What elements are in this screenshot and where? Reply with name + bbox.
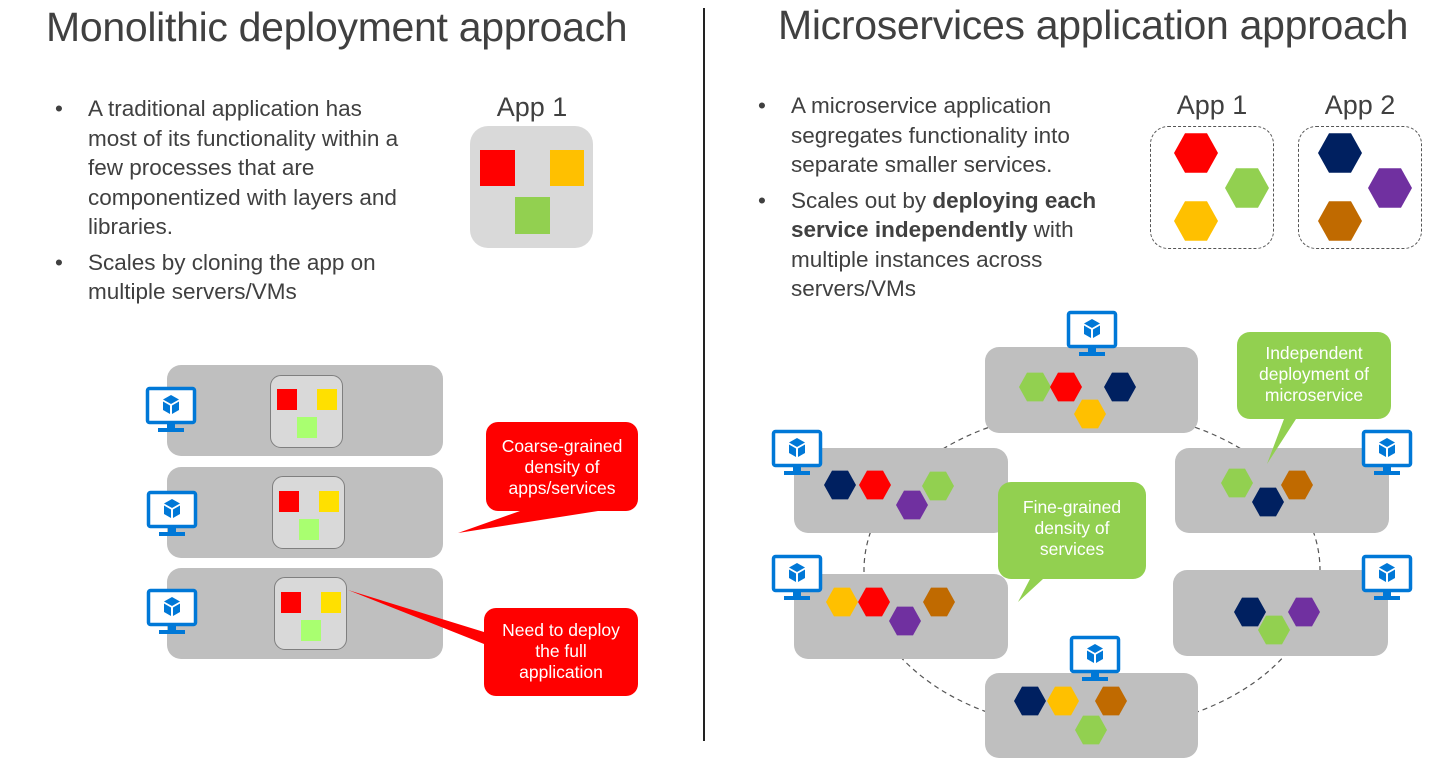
hexagon-service-icon <box>1368 168 1412 208</box>
hexagon-service-icon <box>1318 133 1362 173</box>
hexagon-service-icon <box>1074 399 1106 429</box>
hexagon-service-icon <box>858 587 890 617</box>
hexagon-service-icon <box>1104 372 1136 402</box>
hexagon-service-icon <box>1318 201 1362 241</box>
hexagon-service-icon <box>1258 615 1290 645</box>
hexagon-service-icon <box>1050 372 1082 402</box>
hexagon-service-icon <box>1288 597 1320 627</box>
hexagon-service-icon <box>1014 686 1046 716</box>
hexagon-service-icon <box>889 606 921 636</box>
hexagon-service-icon <box>1234 597 1266 627</box>
hexagon-service-icon <box>922 471 954 501</box>
hexagon-service-icon <box>1174 201 1218 241</box>
hexagon-service-icon <box>896 490 928 520</box>
hexagon-service-icon <box>1095 686 1127 716</box>
hexagon-service-icon <box>1174 133 1218 173</box>
hexagon-service-icon <box>1047 686 1079 716</box>
hexagon-service-icon <box>1019 372 1051 402</box>
hexagon-service-icon <box>1252 487 1284 517</box>
hexagon-service-icon <box>923 587 955 617</box>
hexagon-service-icon <box>1075 715 1107 745</box>
hexagon-service-icon <box>826 587 858 617</box>
service-hexagons <box>824 133 1412 745</box>
hexagon-service-icon <box>859 470 891 500</box>
hexagon-service-icon <box>1281 470 1313 500</box>
hexagon-service-icon <box>824 470 856 500</box>
hexagon-service-icon <box>1221 468 1253 498</box>
hexagon-service-icon <box>1225 168 1269 208</box>
